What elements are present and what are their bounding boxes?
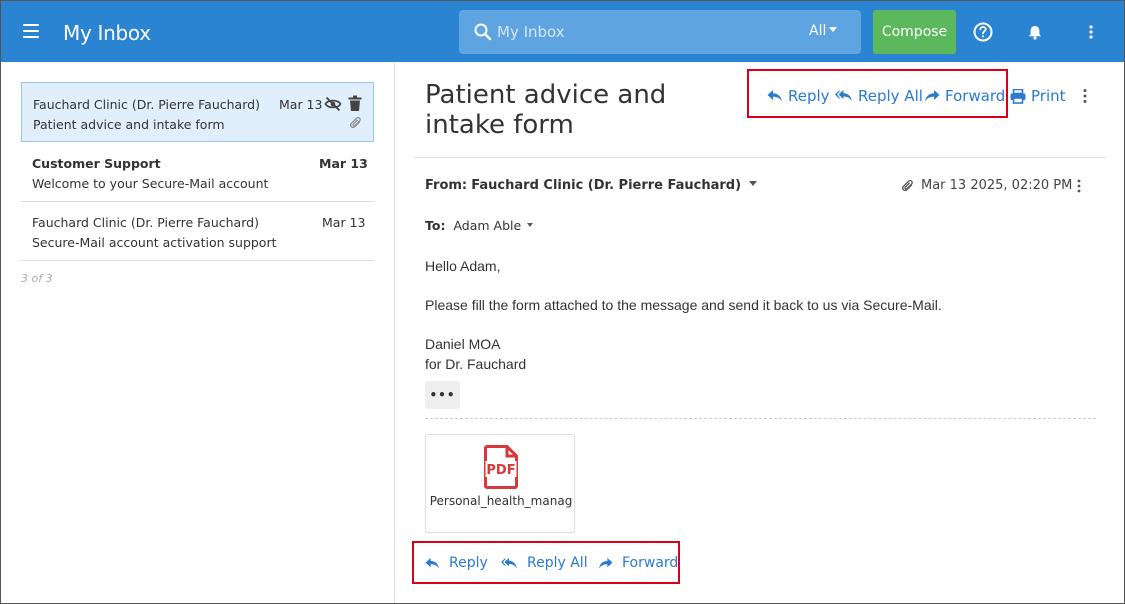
search-box: All xyxy=(459,10,861,54)
body-paragraph: Please fill the form attached to the mes… xyxy=(425,297,942,313)
paperclip-icon xyxy=(902,179,913,192)
message-subject: Secure-Mail account activation support xyxy=(32,235,277,250)
message-list-item[interactable]: Fauchard Clinic (Dr. Pierre Fauchard) Pa… xyxy=(21,82,374,142)
reply-all-button[interactable]: Reply All xyxy=(835,87,923,105)
forward-icon xyxy=(925,90,940,102)
reply-button[interactable]: Reply xyxy=(767,87,830,105)
print-button[interactable]: Print xyxy=(1010,87,1066,105)
search-icon[interactable] xyxy=(473,22,493,42)
attachments-divider xyxy=(425,418,1096,419)
chevron-down-icon xyxy=(829,26,838,32)
reply-all-label: Reply All xyxy=(858,87,923,105)
forward-icon xyxy=(599,557,613,569)
search-scope-label: All xyxy=(809,23,827,39)
to-name[interactable]: Adam Able xyxy=(453,218,521,233)
bell-icon[interactable] xyxy=(1024,21,1046,43)
forward-button[interactable]: Forward xyxy=(924,87,1005,105)
message-list-item[interactable]: Customer Support Welcome to your Secure-… xyxy=(21,142,374,202)
reply-all-label: Reply All xyxy=(527,555,588,571)
message-subject: Welcome to your Secure-Mail account xyxy=(32,176,269,191)
forward-label: Forward xyxy=(945,87,1006,105)
message-view: Patient advice and intake form Reply Rep… xyxy=(396,62,1124,603)
body-signature-title: for Dr. Fauchard xyxy=(425,356,527,372)
printer-icon xyxy=(1010,88,1026,104)
pdf-type-label: PDF xyxy=(486,463,515,478)
mark-unread-icon[interactable] xyxy=(324,96,342,112)
message-subject: Patient advice and intake form xyxy=(33,117,225,132)
trash-icon[interactable] xyxy=(348,95,362,112)
menu-icon[interactable] xyxy=(23,24,39,38)
chevron-down-icon[interactable] xyxy=(527,222,534,227)
body-signature-name: Daniel MOA xyxy=(425,336,501,352)
message-sender: Fauchard Clinic (Dr. Pierre Fauchard) xyxy=(33,97,260,112)
more-vertical-icon[interactable] xyxy=(1082,88,1088,104)
print-label: Print xyxy=(1031,87,1066,105)
forward-label: Forward xyxy=(622,555,679,571)
reply-all-button-bottom[interactable]: Reply All xyxy=(501,555,588,571)
help-icon[interactable] xyxy=(972,21,994,43)
app-window: My Inbox All Compose xyxy=(0,0,1125,604)
message-date: Mar 13 2025, 02:20 PM xyxy=(921,178,1073,193)
reply-icon xyxy=(767,90,782,102)
message-title: Patient advice and intake form xyxy=(425,80,667,140)
message-date: Mar 13 xyxy=(279,97,323,112)
from-name[interactable]: Fauchard Clinic (Dr. Pierre Fauchard) xyxy=(471,178,741,193)
reply-all-icon xyxy=(835,90,852,102)
message-count: 3 of 3 xyxy=(21,272,53,285)
header-divider xyxy=(414,157,1106,158)
reply-icon xyxy=(425,557,439,569)
search-input[interactable] xyxy=(497,22,797,42)
pdf-file-icon: PDF xyxy=(484,445,518,489)
message-list: Fauchard Clinic (Dr. Pierre Fauchard) Pa… xyxy=(1,62,395,603)
show-trimmed-content-button[interactable]: ••• xyxy=(425,381,460,409)
more-vertical-icon[interactable] xyxy=(1080,21,1102,43)
message-date: Mar 13 xyxy=(322,215,366,230)
message-sender: Customer Support xyxy=(32,156,161,171)
reply-all-icon xyxy=(501,557,517,568)
message-list-item[interactable]: Fauchard Clinic (Dr. Pierre Fauchard) Se… xyxy=(21,201,374,261)
reply-label: Reply xyxy=(449,555,488,571)
attachment-card[interactable]: PDF Personal_health_manag xyxy=(425,434,575,533)
body-greeting: Hello Adam, xyxy=(425,258,501,274)
search-scope-select[interactable]: All xyxy=(809,23,838,39)
from-label: From: xyxy=(425,178,468,193)
message-date: Mar 13 xyxy=(319,156,368,171)
top-bar: My Inbox All Compose xyxy=(1,1,1124,62)
attachment-name: Personal_health_manag xyxy=(429,494,573,508)
from-line: From: Fauchard Clinic (Dr. Pierre Faucha… xyxy=(425,178,758,193)
compose-button[interactable]: Compose xyxy=(873,10,956,54)
reply-label: Reply xyxy=(788,87,830,105)
message-sender: Fauchard Clinic (Dr. Pierre Fauchard) xyxy=(32,215,259,230)
more-vertical-icon[interactable] xyxy=(1076,179,1082,193)
app-title: My Inbox xyxy=(63,21,151,45)
to-label: To: xyxy=(425,218,446,233)
reply-button-bottom[interactable]: Reply xyxy=(425,555,488,571)
paperclip-icon xyxy=(350,117,361,129)
chevron-down-icon[interactable] xyxy=(749,181,758,186)
to-line: To: Adam Able xyxy=(425,218,534,233)
forward-button-bottom[interactable]: Forward xyxy=(598,555,678,571)
